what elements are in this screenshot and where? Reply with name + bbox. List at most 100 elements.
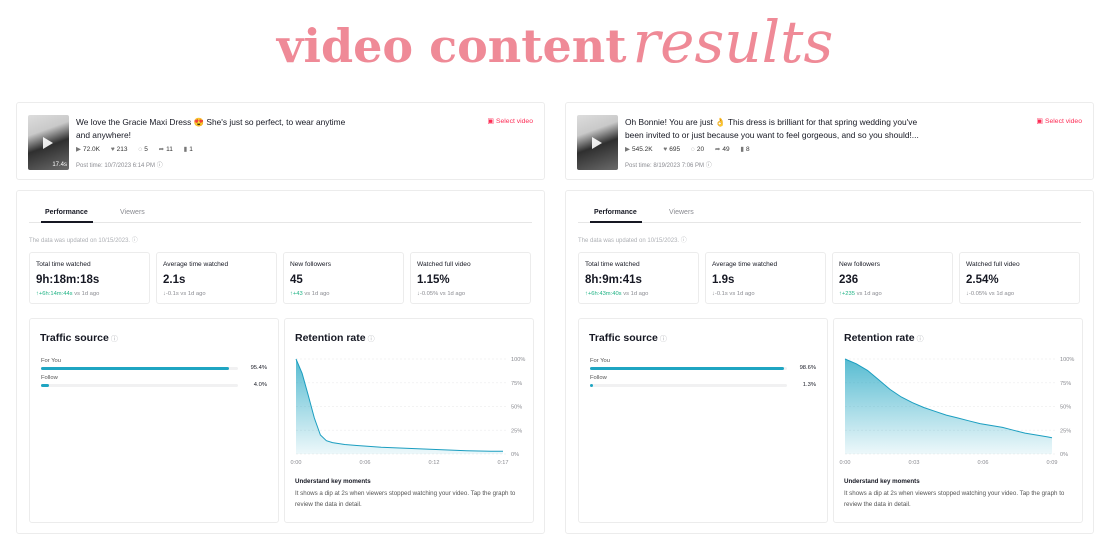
video-thumbnail[interactable]: 17.4s	[28, 115, 69, 170]
heart-icon: ♥	[110, 146, 115, 153]
key-moments-title: Understand key moments	[844, 478, 920, 485]
video-caption: We love the Gracie Maxi Dress 😍 She's ju…	[76, 117, 346, 140]
play-icon: ▶	[76, 146, 81, 153]
shares-count: 49	[722, 146, 730, 153]
video-caption: Oh Bonnie! You are just 👌 This dress is …	[625, 117, 919, 140]
saves-count: 1	[189, 146, 193, 153]
tab-performance[interactable]: Performance	[45, 209, 88, 216]
video-card: Oh Bonnie! You are just 👌 This dress is …	[565, 102, 1094, 180]
metric-value: 2.54%	[966, 274, 999, 286]
select-video-label: Select video	[1044, 118, 1082, 125]
key-moments-text: It shows a dip at 2s when viewers stoppe…	[844, 490, 1065, 508]
select-video-button[interactable]: ▣ Select video	[487, 117, 533, 125]
views-count: 545.2K	[632, 146, 653, 153]
saves-count: 8	[745, 146, 750, 153]
traffic-source-card: Traffic source ⓘ For You 98.6% Follow 1.3…	[578, 318, 828, 523]
metric-value: 1.15%	[417, 274, 450, 286]
metric-average-time[interactable]: Average time watched 2.1s ↓-0.1s vs 1d a…	[156, 252, 277, 304]
video-stats: ▶ 72.0K ♥ 213 ◌ 5 ➦ 11 ▮ 1	[76, 145, 202, 153]
video-card: 17.4s We love the Gracie Maxi Dress 😍 Sh…	[16, 102, 545, 180]
metric-delta: ↑+6h:43m:40s vs 1d ago	[585, 291, 649, 297]
traffic-bar-track	[590, 384, 787, 387]
analytics-panel-1: 17.4s We love the Gracie Maxi Dress 😍 Sh…	[16, 102, 546, 534]
x-tick-label: 0:17	[498, 460, 509, 466]
analytics-panel-2: Oh Bonnie! You are just 👌 This dress is …	[565, 102, 1095, 534]
comment-icon: ◌	[138, 146, 143, 153]
data-updated-note: The data was updated on 10/15/2023. ⓘ	[578, 238, 687, 244]
info-icon: ⓘ	[156, 163, 163, 169]
x-tick-label: 0:06	[360, 460, 371, 466]
traffic-source-label: For You	[41, 358, 61, 364]
metric-delta: ↓-0.05% vs 1d ago	[966, 291, 1015, 297]
traffic-bar-fill	[41, 384, 49, 387]
bookmark-icon: ▮	[740, 146, 744, 153]
metric-new-followers[interactable]: New followers 45 ↑+43 vs 1d ago	[283, 252, 404, 304]
retention-rate-card: Retention rate ⓘ 100% 75% 50% 25% 0% 0:00 0:03 0…	[833, 318, 1083, 523]
tab-viewers[interactable]: Viewers	[669, 209, 694, 216]
metric-label: New followers	[290, 261, 332, 268]
traffic-source-percent: 4.0%	[253, 382, 267, 388]
metric-watched-full[interactable]: Watched full video 1.15% ↓-0.05% vs 1d a…	[410, 252, 531, 304]
info-icon: ⓘ	[680, 238, 687, 244]
metric-watched-full[interactable]: Watched full video 2.54% ↓-0.05% vs 1d a…	[959, 252, 1080, 304]
performance-card: Performance Viewers The data was updated…	[565, 190, 1094, 534]
metric-total-time[interactable]: Total time watched 8h:9m:41s ↑+6h:43m:40…	[578, 252, 699, 304]
y-tick-label: 0%	[1060, 452, 1068, 458]
metric-total-time[interactable]: Total time watched 9h:18m:18s ↑+6h:14m:4…	[29, 252, 150, 304]
y-tick-label: 50%	[511, 405, 522, 411]
views-count: 72.0K	[83, 146, 100, 153]
x-tick-label: 0:00	[840, 460, 851, 466]
traffic-bar-fill	[590, 367, 785, 370]
tab-underline	[590, 221, 642, 223]
video-thumbnail[interactable]	[577, 115, 618, 170]
data-updated-note: The data was updated on 10/15/2023. ⓘ	[29, 238, 138, 244]
comments-count: 20	[696, 146, 705, 153]
traffic-source-title: Traffic source ⓘ	[40, 332, 118, 344]
metric-average-time[interactable]: Average time watched 1.9s ↓-0.1s vs 1d a…	[705, 252, 826, 304]
tab-viewers[interactable]: Viewers	[120, 209, 145, 216]
traffic-source-title: Traffic source ⓘ	[589, 332, 667, 344]
metric-new-followers[interactable]: New followers 236 ↑+235 vs 1d ago	[832, 252, 953, 304]
traffic-source-percent: 1.3%	[802, 382, 816, 388]
page-title: video content results	[0, 8, 1110, 92]
video-icon: ▣	[487, 118, 494, 125]
info-icon: ⓘ	[131, 238, 138, 244]
x-tick-label: 0:12	[429, 460, 440, 466]
play-icon	[592, 137, 602, 149]
x-tick-label: 0:03	[909, 460, 920, 466]
traffic-source-follow: Follow 4.0%	[41, 375, 267, 395]
shares-count: 11	[166, 146, 173, 153]
traffic-bar-track	[41, 384, 238, 387]
likes-count: 695	[669, 146, 681, 153]
metric-delta: ↓-0.1s vs 1d ago	[712, 291, 755, 297]
info-icon: ⓘ	[110, 336, 118, 343]
info-icon: ⓘ	[916, 336, 924, 343]
y-tick-label: 100%	[1060, 357, 1074, 363]
retention-chart[interactable]: 100% 75% 50% 25% 0% 0:00 0:06 0:12 0:17	[285, 349, 535, 469]
y-tick-label: 75%	[1060, 381, 1071, 387]
metric-delta: ↓-0.1s vs 1d ago	[163, 291, 206, 297]
info-icon: ⓘ	[705, 163, 712, 169]
metric-label: Average time watched	[163, 261, 229, 268]
performance-card: Performance Viewers The data was updated…	[16, 190, 545, 534]
video-stats: ▶ 545.2K ♥ 695 ◌ 20 ➦ 49 ▮ 8	[625, 145, 759, 153]
select-video-button[interactable]: ▣ Select video	[1036, 117, 1082, 125]
y-tick-label: 100%	[511, 357, 525, 363]
page-title-main: video content	[276, 19, 627, 73]
page-title-script: results	[632, 8, 834, 76]
traffic-source-percent: 95.4%	[250, 365, 267, 371]
tab-performance[interactable]: Performance	[594, 209, 637, 216]
retention-chart[interactable]: 100% 75% 50% 25% 0% 0:00 0:03 0:06 0:09	[834, 349, 1084, 469]
metric-value: 2.1s	[163, 274, 186, 286]
metric-value: 8h:9m:41s	[585, 274, 642, 286]
comment-icon: ◌	[690, 146, 695, 153]
tab-bar: Performance Viewers	[29, 203, 532, 223]
info-icon: ⓘ	[367, 336, 375, 343]
metric-label: Watched full video	[966, 261, 1020, 268]
info-icon: ⓘ	[659, 336, 667, 343]
retention-rate-title: Retention rate ⓘ	[844, 332, 924, 344]
retention-line	[295, 358, 504, 452]
x-tick-label: 0:06	[978, 460, 989, 466]
metric-value: 45	[290, 274, 303, 286]
share-icon: ➦	[158, 146, 165, 153]
